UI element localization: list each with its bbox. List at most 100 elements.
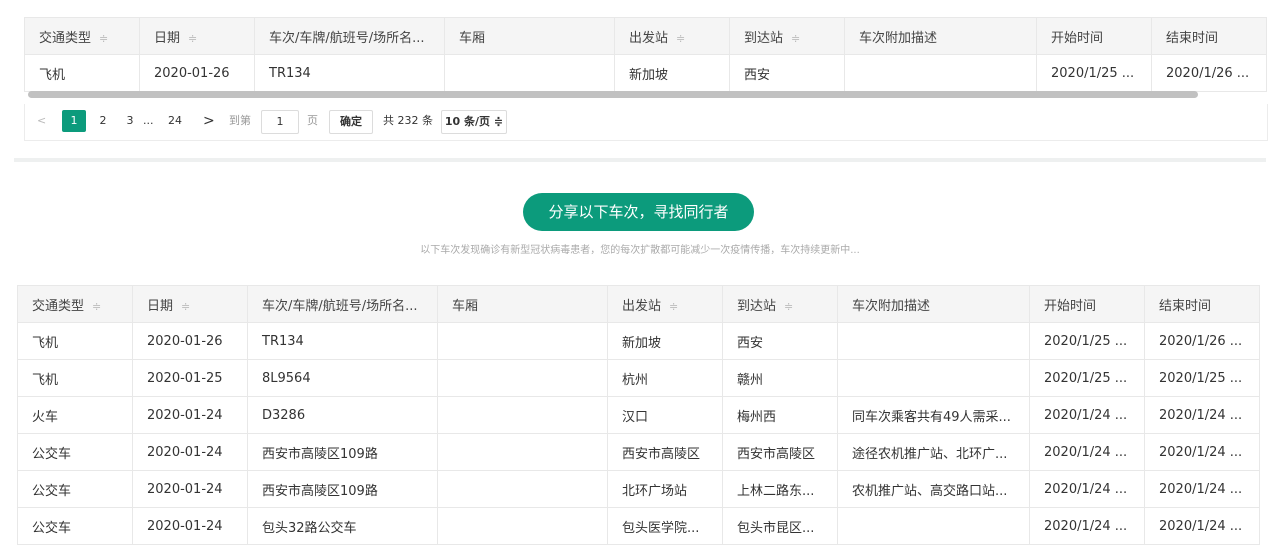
col-transport-type[interactable]: 交通类型 ≑	[17, 285, 133, 323]
col-departure[interactable]: 出发站 ≑	[607, 285, 723, 323]
col-date[interactable]: 日期 ≑	[132, 285, 248, 323]
cell	[437, 359, 608, 397]
table-row: 飞机 2020-01-25 8L9564 杭州 赣州 2020/1/25 ... 2020/…	[17, 359, 1260, 397]
cell: 包头医学院...	[607, 507, 723, 545]
goto-page-input[interactable]: 1	[261, 110, 299, 134]
cell: 途径农机推广站、北环广...	[837, 433, 1030, 471]
cell: 2020/1/24 ...	[1029, 396, 1145, 434]
cell: 2020/1/26 ...	[1144, 322, 1260, 360]
share-subtitle: 以下车次发现确诊有新型冠状病毒患者，您的每次扩散都可能减少一次疫情传播，车次持续…	[420, 245, 860, 256]
page-last-button[interactable]: 24	[165, 110, 185, 132]
cell: 2020/1/24 ...	[1144, 433, 1260, 471]
col-departure[interactable]: 出发站 ≑	[614, 17, 730, 55]
sort-icon[interactable]: ≑	[784, 300, 793, 313]
col-end-time: 结束时间	[1151, 17, 1267, 55]
col-date[interactable]: 日期 ≑	[139, 17, 255, 55]
sort-icon[interactable]: ≑	[92, 300, 101, 313]
cell: 杭州	[607, 359, 723, 397]
table-row: 飞机 2020-01-26 TR134 新加坡 西安 2020/1/25 ... 2020/…	[17, 322, 1260, 360]
sort-icon[interactable]: ≑	[188, 32, 197, 45]
page-3-button[interactable]: 3	[122, 110, 138, 132]
cell: TR134	[254, 54, 445, 92]
cell: 同车次乘客共有49人需采...	[837, 396, 1030, 434]
cell: 2020/1/25 ...	[1036, 54, 1152, 92]
cell: 2020/1/24 ...	[1144, 507, 1260, 545]
next-page-chevron-icon[interactable]: >	[203, 110, 215, 132]
sort-icon[interactable]: ≑	[676, 32, 685, 45]
col-description: 车次附加描述	[844, 17, 1037, 55]
cell: 西安市高陵区109路	[247, 470, 438, 508]
page-size-select[interactable]: 10 条/页 ≑	[441, 110, 507, 134]
cell: 包头32路公交车	[247, 507, 438, 545]
cell: 公交车	[17, 433, 133, 471]
col-arrival[interactable]: 到达站 ≑	[729, 17, 845, 55]
horizontal-scrollbar[interactable]	[24, 90, 1266, 100]
cell: TR134	[247, 322, 438, 360]
table-row: 公交车 2020-01-24 西安市高陵区109路 西安市高陵区 西安市高陵区 途径农机推…	[17, 433, 1260, 471]
cell: 新加坡	[607, 322, 723, 360]
cell	[837, 322, 1030, 360]
cell: 2020-01-24	[132, 470, 248, 508]
cell: 西安市高陵区109路	[247, 433, 438, 471]
cell: 2020/1/25 ...	[1029, 322, 1145, 360]
cell: 公交车	[17, 507, 133, 545]
cell: 2020/1/24 ...	[1029, 507, 1145, 545]
scrollbar-thumb[interactable]	[28, 91, 1198, 98]
table-header-row: 交通类型 ≑ 日期 ≑ 车次/车牌/航班号/场所名... 车厢 出发站 ≑ 到达站 ≑ …	[24, 17, 1267, 55]
col-description: 车次附加描述	[837, 285, 1030, 323]
cell: 2020-01-24	[132, 507, 248, 545]
cell: 梅州西	[722, 396, 838, 434]
page-1-button[interactable]: 1	[62, 110, 86, 132]
cell: 西安	[722, 322, 838, 360]
cell: 2020/1/26 ...	[1151, 54, 1267, 92]
table-row: 公交车 2020-01-24 西安市高陵区109路 北环广场站 上林二路东... 农机推广…	[17, 470, 1260, 508]
col-carriage: 车厢	[444, 17, 615, 55]
cell: 飞机	[24, 54, 140, 92]
cell: 2020/1/24 ...	[1144, 396, 1260, 434]
cell: 赣州	[722, 359, 838, 397]
table-header-row: 交通类型 ≑ 日期 ≑ 车次/车牌/航班号/场所名... 车厢 出发站 ≑ 到达站 ≑ …	[17, 285, 1260, 323]
cell	[844, 54, 1037, 92]
page-ellipsis[interactable]: ...	[143, 110, 154, 132]
cell: 西安市高陵区	[722, 433, 838, 471]
sort-icon[interactable]: ≑	[791, 32, 800, 45]
col-arrival[interactable]: 到达站 ≑	[722, 285, 838, 323]
cell: 2020/1/24 ...	[1144, 470, 1260, 508]
page-unit-label: 页	[307, 114, 318, 127]
cell: 飞机	[17, 359, 133, 397]
prev-page-chevron-icon[interactable]: <	[37, 110, 46, 132]
col-trip-number: 车次/车牌/航班号/场所名...	[247, 285, 438, 323]
cell	[437, 507, 608, 545]
col-transport-type[interactable]: 交通类型 ≑	[24, 17, 140, 55]
cell: 西安市高陵区	[607, 433, 723, 471]
cell: 2020/1/24 ...	[1029, 433, 1145, 471]
col-start-time: 开始时间	[1036, 17, 1152, 55]
cell: 新加坡	[614, 54, 730, 92]
page-2-button[interactable]: 2	[95, 110, 111, 132]
cell	[437, 470, 608, 508]
cell: 西安	[729, 54, 845, 92]
cell: 2020/1/25 ...	[1029, 359, 1145, 397]
cell: 农机推广站、高交路口站...	[837, 470, 1030, 508]
cell: 2020-01-26	[132, 322, 248, 360]
cell: 上林二路东...	[722, 470, 838, 508]
share-trips-button[interactable]: 分享以下车次，寻找同行者	[523, 193, 754, 231]
cell: 8L9564	[247, 359, 438, 397]
cell	[437, 322, 608, 360]
cell	[437, 396, 608, 434]
cell	[837, 507, 1030, 545]
trip-table: 交通类型 ≑ 日期 ≑ 车次/车牌/航班号/场所名... 车厢 出发站 ≑ 到达站 ≑ …	[17, 285, 1260, 545]
col-start-time: 开始时间	[1029, 285, 1145, 323]
table-row: 公交车 2020-01-24 包头32路公交车 包头医学院... 包头市昆区... 202…	[17, 507, 1260, 545]
cell: 汉口	[607, 396, 723, 434]
sort-icon[interactable]: ≑	[181, 300, 190, 313]
goto-label: 到第	[229, 114, 251, 127]
cell: D3286	[247, 396, 438, 434]
result-table-top: 交通类型 ≑ 日期 ≑ 车次/车牌/航班号/场所名... 车厢 出发站 ≑ 到达站 ≑ …	[24, 17, 1267, 92]
cell: 2020-01-25	[132, 359, 248, 397]
confirm-button[interactable]: 确定	[329, 110, 373, 134]
cell	[837, 359, 1030, 397]
sort-icon[interactable]: ≑	[99, 32, 108, 45]
pagination: < 1 2 3 ... 24 > 到第 1 页 确定 共 232 条 10 条/…	[24, 104, 1268, 141]
sort-icon[interactable]: ≑	[669, 300, 678, 313]
